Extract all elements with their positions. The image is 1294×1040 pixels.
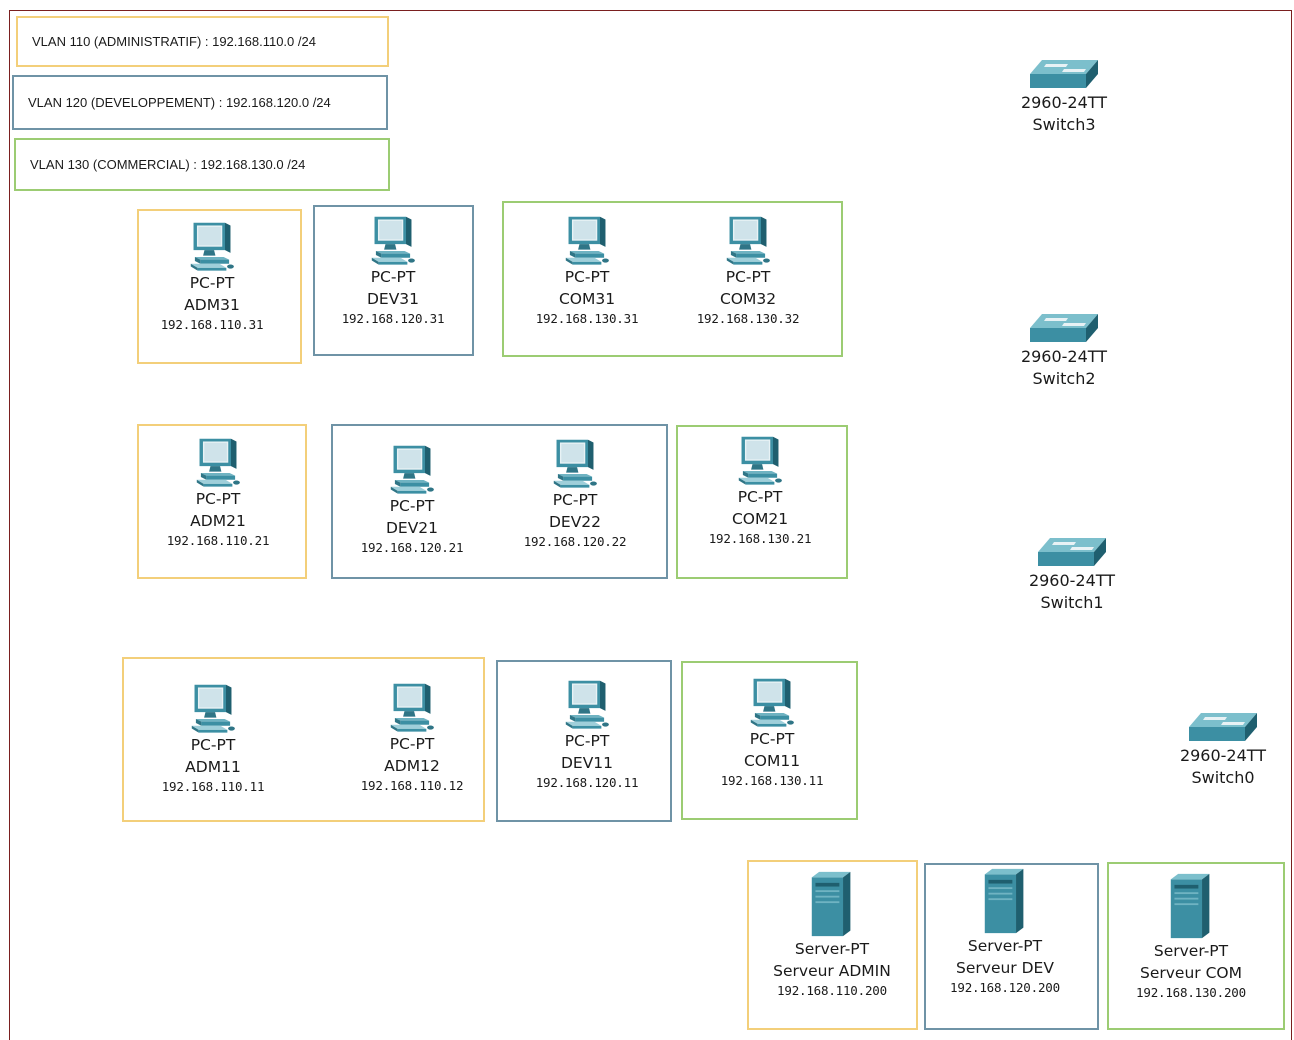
device-ip: 192.168.130.200 (1136, 985, 1246, 1000)
device-name: Switch1 (1040, 593, 1104, 612)
device-name: Serveur COM (1140, 964, 1242, 982)
device-ip: 192.168.130.21 (708, 531, 812, 546)
pc-dev21[interactable]: PC-PT DEV21 192.168.120.21 (342, 443, 482, 557)
device-name: COM11 (743, 752, 801, 770)
pc-icon (182, 682, 244, 734)
pc-adm21[interactable]: PC-PT ADM21 192.168.110.21 (148, 436, 288, 550)
device-ip: 192.168.120.200 (950, 980, 1060, 995)
pc-dev11[interactable]: PC-PT DEV11 192.168.120.11 (517, 678, 657, 792)
device-name: COM21 (731, 510, 789, 528)
device-type: PC-PT (370, 268, 416, 286)
switch-icon (1036, 534, 1108, 570)
switch-2[interactable]: 2960-24TT Switch2 (999, 310, 1129, 390)
switch-3[interactable]: 2960-24TT Switch3 (999, 56, 1129, 136)
legend-vlan-120: VLAN 120 (DEVELOPPEMENT) : 192.168.120.0… (12, 75, 388, 130)
legend-vlan-110: VLAN 110 (ADMINISTRATIF) : 192.168.110.0… (16, 16, 389, 67)
device-name: DEV31 (366, 290, 420, 308)
device-name: Serveur ADMIN (773, 962, 891, 980)
pc-icon (381, 443, 443, 495)
device-model: 2960-24TT (1020, 93, 1108, 112)
device-type: Server-PT (1153, 942, 1229, 960)
pc-com31[interactable]: PC-PT COM31 192.168.130.31 (517, 214, 657, 328)
device-ip: 192.168.120.31 (341, 311, 445, 326)
device-type: PC-PT (737, 488, 783, 506)
pc-dev22[interactable]: PC-PT DEV22 192.168.120.22 (505, 437, 645, 551)
legend-label: VLAN 120 (DEVELOPPEMENT) : 192.168.120.0… (28, 95, 331, 110)
device-type: PC-PT (564, 268, 610, 286)
device-ip: 192.168.120.21 (360, 540, 464, 555)
pc-dev31[interactable]: PC-PT DEV31 192.168.120.31 (323, 214, 463, 328)
device-type: PC-PT (749, 730, 795, 748)
legend-label: VLAN 110 (ADMINISTRATIF) : 192.168.110.0… (32, 34, 316, 49)
pc-icon (381, 681, 443, 733)
server-icon (981, 867, 1029, 935)
pc-icon (556, 678, 618, 730)
device-ip: 192.168.120.11 (535, 775, 639, 790)
pc-icon (556, 214, 618, 266)
server-icon (1167, 872, 1215, 940)
server-admin[interactable]: Server-PT Serveur ADMIN 192.168.110.200 (757, 870, 907, 1000)
pc-icon (187, 436, 249, 488)
device-type: PC-PT (564, 732, 610, 750)
device-model: 2960-24TT (1020, 347, 1108, 366)
switch-icon (1028, 56, 1100, 92)
pc-icon (717, 214, 779, 266)
device-name: ADM11 (185, 758, 241, 776)
pc-icon (181, 220, 243, 272)
pc-adm31[interactable]: PC-PT ADM31 192.168.110.31 (142, 220, 282, 334)
device-type: PC-PT (389, 497, 435, 515)
legend-label: VLAN 130 (COMMERCIAL) : 192.168.130.0 /2… (30, 157, 306, 172)
device-type: PC-PT (725, 268, 771, 286)
device-ip: 192.168.130.31 (535, 311, 639, 326)
device-name: ADM21 (190, 512, 246, 530)
device-model: 2960-24TT (1179, 746, 1267, 765)
device-name: ADM12 (384, 757, 440, 775)
server-icon (808, 870, 856, 938)
device-name: COM32 (719, 290, 777, 308)
pc-com11[interactable]: PC-PT COM11 192.168.130.11 (702, 676, 842, 790)
switch-0[interactable]: 2960-24TT Switch0 (1160, 709, 1286, 789)
pc-icon (362, 214, 424, 266)
pc-com21[interactable]: PC-PT COM21 192.168.130.21 (690, 434, 830, 548)
device-type: PC-PT (552, 491, 598, 509)
device-ip: 192.168.110.21 (166, 533, 270, 548)
device-name: Switch0 (1191, 768, 1255, 787)
switch-1[interactable]: 2960-24TT Switch1 (1007, 534, 1137, 614)
device-type: PC-PT (389, 735, 435, 753)
device-type: Server-PT (967, 937, 1043, 955)
server-com[interactable]: Server-PT Serveur COM 192.168.130.200 (1116, 872, 1266, 1002)
device-name: ADM31 (184, 296, 240, 314)
device-type: Server-PT (794, 940, 870, 958)
device-ip: 192.168.110.12 (360, 778, 464, 793)
device-name: DEV11 (560, 754, 614, 772)
device-ip: 192.168.110.11 (161, 779, 265, 794)
device-ip: 192.168.130.11 (720, 773, 824, 788)
pc-icon (544, 437, 606, 489)
device-name: DEV21 (385, 519, 439, 537)
device-type: PC-PT (189, 274, 235, 292)
server-dev[interactable]: Server-PT Serveur DEV 192.168.120.200 (930, 867, 1080, 997)
pc-icon (741, 676, 803, 728)
pc-adm12[interactable]: PC-PT ADM12 192.168.110.12 (342, 681, 482, 795)
device-ip: 192.168.110.31 (160, 317, 264, 332)
device-name: DEV22 (548, 513, 602, 531)
device-name: Serveur DEV (956, 959, 1054, 977)
switch-icon (1028, 310, 1100, 346)
device-name: COM31 (558, 290, 616, 308)
pc-adm11[interactable]: PC-PT ADM11 192.168.110.11 (143, 682, 283, 796)
legend-vlan-130: VLAN 130 (COMMERCIAL) : 192.168.130.0 /2… (14, 138, 390, 191)
device-ip: 192.168.110.200 (777, 983, 887, 998)
device-ip: 192.168.130.32 (696, 311, 800, 326)
device-type: PC-PT (190, 736, 236, 754)
pc-com32[interactable]: PC-PT COM32 192.168.130.32 (678, 214, 818, 328)
switch-icon (1187, 709, 1259, 745)
device-model: 2960-24TT (1028, 571, 1116, 590)
device-name: Switch3 (1032, 115, 1096, 134)
device-type: PC-PT (195, 490, 241, 508)
pc-icon (729, 434, 791, 486)
device-ip: 192.168.120.22 (523, 534, 627, 549)
device-name: Switch2 (1032, 369, 1096, 388)
